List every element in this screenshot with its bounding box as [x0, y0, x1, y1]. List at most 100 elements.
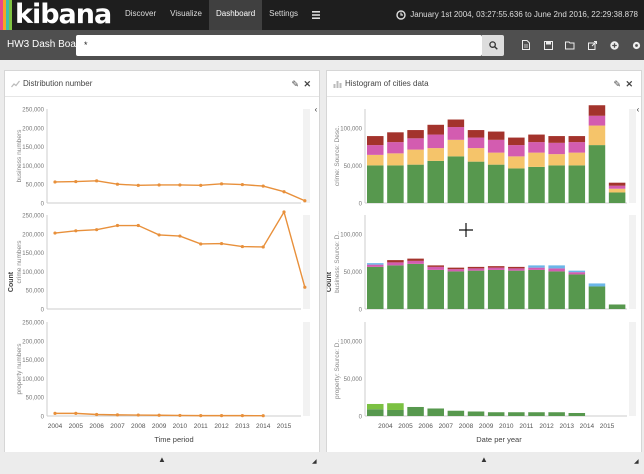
resize-handle-icon[interactable]: ◢: [312, 458, 317, 465]
bar-segment: [387, 153, 404, 166]
data-point: [219, 241, 224, 246]
panel-title: Distribution number: [23, 79, 93, 88]
bar-segment: [528, 134, 545, 143]
time-picker[interactable]: January 1st 2004, 03:27:55.636 to June 2…: [396, 0, 638, 30]
bar-segment: [568, 412, 586, 416]
search-button[interactable]: [482, 35, 504, 56]
nav-dashboard[interactable]: Dashboard: [209, 0, 263, 30]
bar-segment: [568, 152, 586, 166]
bar-segment: [387, 142, 404, 154]
bar-segment: [367, 136, 384, 146]
nav-settings[interactable]: Settings: [262, 0, 305, 30]
bar-segment: [427, 134, 444, 149]
bar-segment: [387, 165, 404, 203]
panel-distribution-number: Distribution number ✎ ✕ 0 50,000 100,000 15…: [4, 70, 320, 466]
data-point: [199, 242, 203, 246]
y-tick-label: 150,000: [22, 145, 44, 151]
bar-segment: [528, 265, 545, 268]
bar-segment: [387, 262, 404, 266]
plot-area: [47, 215, 301, 309]
x-tick-label: 2004: [378, 423, 393, 430]
bar-segment: [487, 139, 505, 153]
bar-segment: [447, 127, 465, 140]
x-tick-label: 2010: [499, 423, 514, 430]
y-tick-label: 0: [359, 308, 363, 314]
new-document-icon: [522, 40, 530, 50]
add-panel-button[interactable]: [603, 30, 625, 60]
search-icon: [488, 41, 498, 50]
top-nav-bar: kibana Discover Visualize Dashboard Sett…: [0, 0, 644, 30]
bar-segment: [407, 138, 424, 150]
x-tick-label: 2012: [214, 423, 229, 430]
open-dashboard-button[interactable]: [559, 30, 581, 60]
y-tick-label: 100,000: [22, 164, 44, 170]
data-point: [178, 234, 182, 238]
x-tick-label: 2014: [256, 423, 271, 430]
toggle-legend-chevron-icon[interactable]: ‹: [312, 104, 320, 116]
data-point: [74, 229, 78, 233]
x-tick-label: 2009: [152, 423, 167, 430]
x-tick-label: 2005: [69, 423, 84, 430]
bar-segment: [588, 283, 606, 287]
collapse-right-caret-icon[interactable]: ▲: [480, 455, 488, 464]
plot-area: [47, 322, 301, 416]
bar-segment: [548, 136, 565, 143]
new-dashboard-button[interactable]: [515, 30, 537, 60]
y-tick-label: 0: [41, 415, 45, 421]
save-icon: [543, 40, 553, 50]
bar-segment: [548, 265, 565, 269]
x-tick-label: 2015: [277, 423, 292, 430]
options-button[interactable]: [625, 30, 644, 60]
bar-segment: [508, 145, 525, 157]
bar-segment: [427, 266, 444, 270]
save-dashboard-button[interactable]: [537, 30, 559, 60]
y-tick-label: 0: [359, 202, 363, 208]
nav-more-icon[interactable]: [305, 0, 327, 30]
bar-segment: [407, 406, 424, 416]
data-point: [53, 231, 57, 235]
bar-segment: [588, 145, 606, 203]
bar-segment: [487, 269, 505, 309]
collapse-left-caret-icon[interactable]: ▲: [158, 455, 166, 464]
bar-segment: [367, 154, 384, 166]
bar-segment: [568, 270, 586, 273]
close-panel-icon[interactable]: ✕: [625, 71, 633, 97]
data-point: [178, 413, 182, 418]
data-point: [53, 180, 57, 184]
bar-segment: [367, 263, 384, 265]
bar-segment: [548, 412, 565, 416]
bar-segment: [528, 166, 545, 203]
dashboard-toolbar: HW3 Dash Board *: [0, 30, 644, 60]
kibana-logo[interactable]: kibana: [0, 0, 112, 30]
close-panel-icon[interactable]: ✕: [303, 71, 311, 97]
y-tick-label: 0: [41, 308, 45, 314]
bar-segment: [508, 266, 525, 269]
y-tick-label: 200,000: [22, 232, 44, 238]
row-axis-label: property: Source: D..: [334, 339, 341, 399]
bar-segment: [367, 145, 384, 155]
bar-segment: [588, 115, 606, 126]
x-tick-label: 2011: [519, 423, 533, 430]
share-dashboard-button[interactable]: [581, 30, 603, 60]
data-point: [219, 182, 224, 186]
bar-segment: [487, 164, 505, 203]
search-input[interactable]: *: [76, 35, 482, 56]
data-point: [74, 411, 78, 415]
bar-segment: [548, 271, 565, 309]
data-point: [136, 413, 140, 417]
bar-segment: [508, 270, 525, 309]
edit-panel-pencil-icon[interactable]: ✎: [613, 71, 621, 97]
data-point: [199, 414, 203, 418]
nav-discover[interactable]: Discover: [118, 0, 163, 30]
bar-segment: [447, 156, 465, 203]
resize-handle-icon[interactable]: ◢: [634, 458, 639, 465]
toggle-legend-chevron-icon[interactable]: ‹: [634, 104, 642, 116]
time-range-label: January 1st 2004, 03:27:55.636 to June 2…: [410, 10, 638, 19]
nav-visualize[interactable]: Visualize: [163, 0, 209, 30]
edit-panel-pencil-icon[interactable]: ✎: [291, 71, 299, 97]
x-tick-label: 2005: [398, 423, 413, 430]
x-tick-label: 2004: [48, 423, 63, 430]
bar-segment: [367, 264, 384, 267]
data-point: [157, 183, 161, 187]
x-tick-label: 2012: [539, 423, 554, 430]
